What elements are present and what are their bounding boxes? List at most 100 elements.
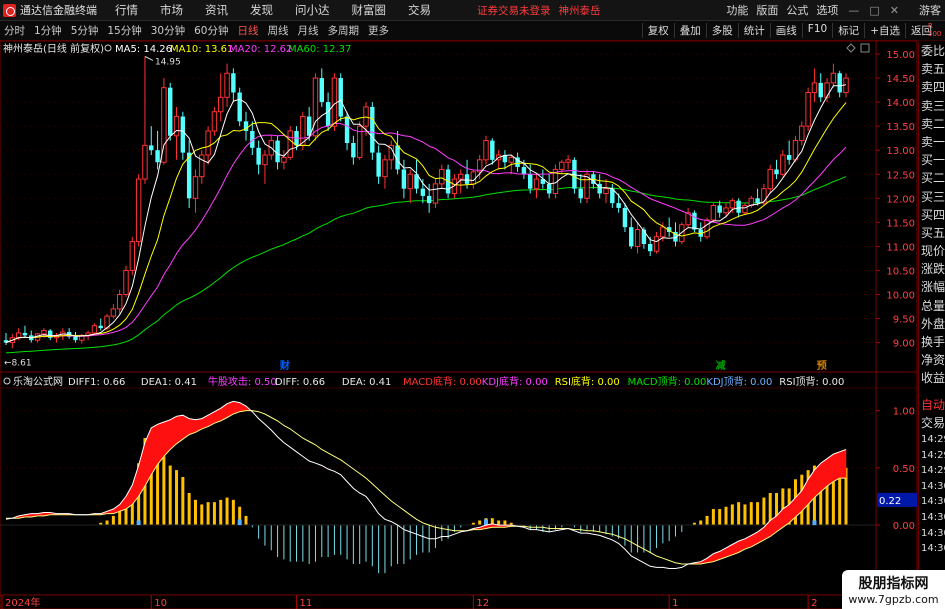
sidebar-time-7: 14:30	[921, 543, 945, 555]
candle-body-15	[98, 325, 103, 329]
event-marker-0: 财	[279, 359, 290, 372]
macd-bar-29	[187, 493, 191, 526]
sidebar-time-3: 14:30	[921, 480, 945, 492]
sidebar-item-1: 卖五	[921, 62, 945, 77]
date-label-4: 1	[672, 598, 678, 609]
sidebar-item-18: 收益	[921, 371, 945, 386]
candle-body-34	[218, 96, 224, 113]
candle-body-33	[211, 111, 218, 132]
candle-body-22	[142, 144, 148, 180]
candle-body-52	[331, 77, 338, 127]
candle-body-56	[356, 125, 363, 158]
sidebar-time-0: 14:29	[921, 433, 945, 445]
macd-bar-30	[193, 499, 197, 526]
sub-indicator-1: DEA1: 0.41	[141, 377, 197, 388]
candle-body-91	[578, 188, 583, 199]
sidebar-time-6: 14:30	[921, 527, 945, 539]
macd-bar-120	[762, 497, 766, 526]
sidebar-bottom-0[interactable]: 自动	[919, 396, 945, 414]
candle-body-24	[155, 150, 160, 163]
sub-title: 乐淘公式网	[13, 375, 63, 388]
sub-indicator-4: DEA: 0.41	[342, 377, 392, 388]
guest-label[interactable]: 游客	[919, 2, 941, 18]
candle-body-35	[224, 72, 230, 98]
sidebar-item-5: 卖一	[921, 134, 945, 149]
diff-fill-130	[826, 453, 834, 487]
diff-fill-131	[833, 451, 840, 482]
candle-body-128	[811, 82, 818, 93]
candle-body-124	[786, 155, 792, 160]
macd-bar-110	[699, 520, 703, 526]
candle-body-51	[325, 102, 331, 127]
macd-bar-28	[181, 476, 185, 526]
sub-value-text: 0.22	[879, 496, 901, 507]
blue-marker-2	[484, 519, 488, 526]
macd-bar-31	[200, 504, 204, 526]
macd-bar-114	[724, 506, 728, 526]
sidebar-item-3: 卖三	[921, 98, 945, 113]
macd-bar-26	[168, 465, 172, 526]
diff-line	[5, 400, 847, 569]
expand-icon	[860, 43, 870, 53]
sidebar-time-1: 14:29	[921, 449, 945, 461]
date-label-2: 11	[300, 598, 313, 609]
sidebar-time-5: 14:30	[921, 511, 945, 523]
ma5-label: MA5: 14.26	[115, 44, 172, 55]
r500-bottom: 500	[928, 30, 942, 38]
candle-body-123	[780, 154, 786, 175]
candle-body-64	[407, 173, 413, 190]
macd-bar-112	[711, 509, 715, 526]
sidebar-time-4: 14:30	[921, 496, 945, 508]
candle-body-50	[319, 78, 324, 103]
candle-body-30	[192, 176, 199, 199]
candle-body-102	[648, 243, 653, 252]
diamond-icon	[846, 43, 856, 53]
diff-fill-132	[839, 449, 847, 479]
candle-body-80	[508, 156, 514, 163]
sidebar-bottom-1[interactable]: 交易	[919, 414, 945, 432]
r500-top: R	[928, 22, 933, 30]
sidebar-item-14: 总量	[921, 298, 945, 313]
sub-settings-icon	[3, 377, 11, 385]
candle-body-60	[382, 159, 388, 178]
candle-body-41	[262, 154, 268, 166]
candle-body-117	[742, 205, 748, 214]
candle-body-74	[470, 171, 477, 185]
macd-bar-25	[162, 456, 166, 526]
quote-sidebar: 委比 卖五 卖四 卖三 卖二 卖一 买一 买二 买三 买四 买五 现价 涨跌 涨幅 总量 外盘 换手 净资 收益 自动…	[918, 42, 945, 609]
candle-body-113	[717, 205, 722, 213]
candle-body-100	[634, 229, 641, 247]
kline-chart[interactable]: 15.00 14.50 14.00 13.50 13.00 12.50 12.00 11.50…	[0, 0, 918, 609]
candle-body-26	[168, 87, 173, 136]
macd-bar-38	[244, 515, 248, 526]
candle-body-17	[110, 308, 117, 317]
price-label-5: 12.50	[886, 170, 915, 181]
macd-bar-75	[478, 520, 482, 526]
candle-body-28	[180, 116, 186, 153]
sidebar-item-17: 净资	[921, 353, 945, 368]
date-label-5: 2	[811, 598, 817, 609]
sub-indicator-2: 牛股攻击: 0.50	[208, 375, 277, 388]
candle-body-109	[692, 212, 697, 230]
candle-body-66	[420, 188, 426, 196]
macd-bar-118	[749, 502, 753, 526]
candle-body-59	[376, 152, 381, 177]
sidebar-time-2: 14:29	[921, 465, 945, 477]
sub-indicator-6: KDJ底背: 0.00	[482, 375, 548, 388]
price-label-7: 11.50	[886, 218, 915, 229]
candle-body-73	[464, 174, 470, 184]
macd-bar-115	[730, 504, 734, 526]
candle-body-20	[129, 241, 136, 271]
price-label-4: 13.00	[886, 146, 915, 157]
candle-body-40	[256, 147, 261, 165]
candle-body-121	[767, 168, 773, 190]
candle-body-43	[275, 140, 280, 163]
price-label-0: 15.00	[886, 50, 915, 61]
macd-bar-132	[838, 474, 842, 526]
price-label-8: 11.00	[886, 242, 915, 253]
sidebar-item-0: 委比	[921, 44, 945, 58]
macd-bar-78	[497, 520, 501, 526]
candle-body-127	[805, 91, 811, 127]
macd-bar-116	[737, 502, 741, 526]
price-label-12: 9.00	[893, 339, 915, 350]
